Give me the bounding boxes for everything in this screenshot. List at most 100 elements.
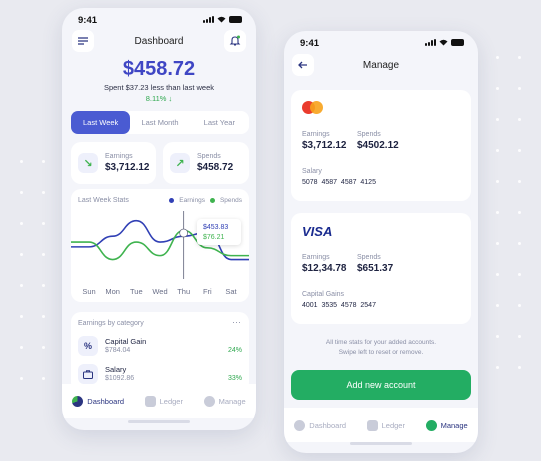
tooltip-spends: $76.21 xyxy=(203,234,225,241)
background-dot xyxy=(496,242,499,245)
account-card-visa[interactable]: VISA Earnings $12,34.78 Spends $651.37 C… xyxy=(291,213,471,324)
background-dot xyxy=(496,149,499,152)
nav-dashboard[interactable]: Dashboard xyxy=(72,395,124,407)
category-pct: 24% xyxy=(227,347,242,354)
nav-manage-label: Manage xyxy=(440,420,468,430)
card-earnings: $3,712.12 xyxy=(302,140,347,151)
more-icon[interactable]: ··· xyxy=(232,317,241,327)
nav-ledger[interactable]: Ledger xyxy=(144,395,183,407)
wifi-icon xyxy=(439,39,448,46)
accounts-note-line2: Swipe left to reset or remove. xyxy=(338,349,424,356)
chart-drag-handle[interactable] xyxy=(179,228,189,238)
add-account-button[interactable]: Add new account xyxy=(291,370,471,400)
earnings-card[interactable]: ↘ Earnings $3,712.12 xyxy=(71,142,156,184)
card-earnings-label: Earnings xyxy=(302,254,330,261)
earnings-label: Earnings xyxy=(105,153,133,160)
arrow-up-right-icon: ↗ xyxy=(170,153,190,173)
spends-card[interactable]: ↗ Spends $458.72 xyxy=(163,142,249,184)
background-dot xyxy=(20,346,23,349)
manage-screen: 9:41 Manage Earnings $3,712.12 Spends $4… xyxy=(284,31,478,453)
background-dot xyxy=(518,87,521,90)
nav-ledger[interactable]: Ledger xyxy=(366,419,405,431)
ledger-icon xyxy=(144,395,156,407)
tab-last-year[interactable]: Last Year xyxy=(190,111,249,134)
category-card: Earnings by category ··· % Capital Gain … xyxy=(71,312,249,392)
card-type-label: Salary xyxy=(302,168,322,175)
page-title: Manage xyxy=(362,60,400,71)
card-spends: $651.37 xyxy=(357,263,394,274)
stats-chart-card: Last Week Stats Earnings Spends Sun Mon Tu… xyxy=(71,189,249,302)
background-dot xyxy=(496,211,499,214)
nav-manage[interactable]: Manage xyxy=(425,419,468,431)
nav-manage-label: Manage xyxy=(218,396,246,406)
home-indicator xyxy=(350,442,412,445)
card-type-label: Capital Gains xyxy=(302,291,345,298)
category-name: Salary xyxy=(105,365,127,374)
earnings-value: $3,712.12 xyxy=(105,162,150,173)
category-amount: $1092.86 xyxy=(105,375,135,382)
x-tick-label: Sat xyxy=(225,287,237,296)
x-tick-label: Tue xyxy=(130,287,143,296)
category-amount: $784.04 xyxy=(105,347,131,354)
battery-icon xyxy=(229,16,242,23)
account-card-mastercard[interactable]: Earnings $3,712.12 Spends $4502.12 Salar… xyxy=(291,90,471,201)
status-time: 9:41 xyxy=(300,38,320,49)
nav-manage[interactable]: Manage xyxy=(203,395,246,407)
battery-icon xyxy=(451,39,464,46)
background-dot xyxy=(42,191,45,194)
x-tick-label: Thu xyxy=(177,287,190,296)
background-dot xyxy=(518,56,521,59)
dashboard-screen: 9:41 Dashboard $458.72 Spent $37.23 less… xyxy=(62,8,256,430)
nav-ledger-label: Ledger xyxy=(381,420,405,430)
percent-icon: % xyxy=(78,336,98,356)
background-dot xyxy=(496,180,499,183)
x-tick-label: Wed xyxy=(152,287,167,296)
ledger-icon xyxy=(366,419,378,431)
x-tick-label: Fri xyxy=(203,287,212,296)
nav-dashboard[interactable]: Dashboard xyxy=(294,419,346,431)
status-bar: 9:41 xyxy=(62,8,256,32)
nav-dashboard-label: Dashboard xyxy=(309,420,346,430)
mastercard-logo xyxy=(302,101,324,115)
status-icons xyxy=(425,39,464,46)
tooltip-earnings: $453.83 xyxy=(203,224,229,231)
status-icons xyxy=(203,16,242,23)
wifi-icon xyxy=(217,16,226,23)
background-dot xyxy=(518,118,521,121)
line-chart[interactable]: Sun Mon Tue Wed Thu Fri Sat xyxy=(71,189,249,302)
background-dot xyxy=(518,366,521,369)
chart-tooltip: $453.83 $76.21 xyxy=(197,219,241,245)
background-dot xyxy=(20,377,23,380)
card-earnings-label: Earnings xyxy=(302,131,330,138)
notifications-button[interactable] xyxy=(224,30,246,52)
tab-last-month[interactable]: Last Month xyxy=(130,111,189,134)
background-dot xyxy=(42,284,45,287)
background-dot xyxy=(496,273,499,276)
change-pct: 8.11% xyxy=(145,94,167,103)
background-dot xyxy=(42,222,45,225)
background-dot xyxy=(42,377,45,380)
tab-last-week[interactable]: Last Week xyxy=(71,111,131,134)
arrow-down-icon: ↓ xyxy=(168,94,173,103)
background-dot xyxy=(42,160,45,163)
background-dot xyxy=(496,118,499,121)
background-dot xyxy=(518,335,521,338)
background-dot xyxy=(42,346,45,349)
card-spends: $4502.12 xyxy=(357,140,399,151)
gear-icon xyxy=(425,419,437,431)
background-dot xyxy=(496,87,499,90)
pie-chart-icon xyxy=(72,395,84,407)
spent-note: Spent $37.23 less than last week xyxy=(103,83,215,92)
arrow-down-right-icon: ↘ xyxy=(78,153,98,173)
background-dot xyxy=(20,160,23,163)
list-item[interactable]: % Capital Gain $784.04 24% xyxy=(78,336,242,360)
visa-logo: VISA xyxy=(302,224,333,239)
bottom-nav: Dashboard Ledger Manage xyxy=(62,384,256,418)
bell-icon xyxy=(229,35,241,46)
signal-icon xyxy=(203,16,214,23)
period-tabs: Last Week Last Month Last Year xyxy=(71,111,249,134)
background-dot xyxy=(20,191,23,194)
background-dot xyxy=(518,211,521,214)
accounts-note: All time stats for your added accounts. … xyxy=(284,338,478,358)
status-bar: 9:41 xyxy=(284,31,478,55)
